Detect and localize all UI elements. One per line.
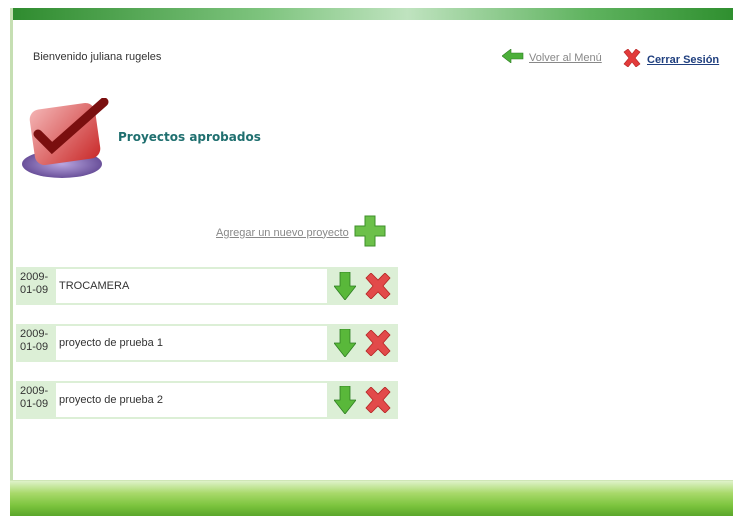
footer-bar: [10, 480, 733, 516]
project-date: 2009- 01-09: [20, 271, 49, 296]
approved-projects-logo: [18, 97, 112, 182]
left-border: [10, 8, 13, 515]
project-date: 2009- 01-09: [20, 328, 49, 353]
welcome-text: Bienvenido juliana rugeles: [33, 51, 162, 63]
arrow-down-icon[interactable]: [333, 272, 356, 300]
top-decorative-bar: [10, 8, 733, 20]
arrow-down-icon[interactable]: [333, 329, 356, 357]
project-row: 2009- 01-09 TROCAMERA: [16, 267, 398, 305]
delete-icon[interactable]: [364, 387, 392, 413]
arrow-down-icon[interactable]: [333, 386, 356, 414]
project-name: TROCAMERA: [56, 269, 327, 303]
logout-link[interactable]: Cerrar Sesión: [622, 48, 720, 70]
back-to-menu-link[interactable]: Volver al Menú: [501, 48, 602, 66]
plus-icon: [353, 214, 387, 251]
delete-icon[interactable]: [364, 273, 392, 299]
add-project-label: Agregar un nuevo proyecto: [216, 226, 349, 239]
project-date: 2009- 01-09: [20, 385, 49, 410]
logout-label: Cerrar Sesión: [647, 53, 720, 66]
project-row: 2009- 01-09 proyecto de prueba 1: [16, 324, 398, 362]
back-to-menu-label: Volver al Menú: [529, 51, 602, 64]
arrow-left-icon: [501, 48, 524, 66]
x-icon: [622, 48, 642, 70]
project-name: proyecto de prueba 2: [56, 383, 327, 417]
add-project-link[interactable]: Agregar un nuevo proyecto: [216, 214, 387, 251]
project-name: proyecto de prueba 1: [56, 326, 327, 360]
project-row: 2009- 01-09 proyecto de prueba 2: [16, 381, 398, 419]
delete-icon[interactable]: [364, 330, 392, 356]
page-title: Proyectos aprobados: [118, 130, 261, 144]
